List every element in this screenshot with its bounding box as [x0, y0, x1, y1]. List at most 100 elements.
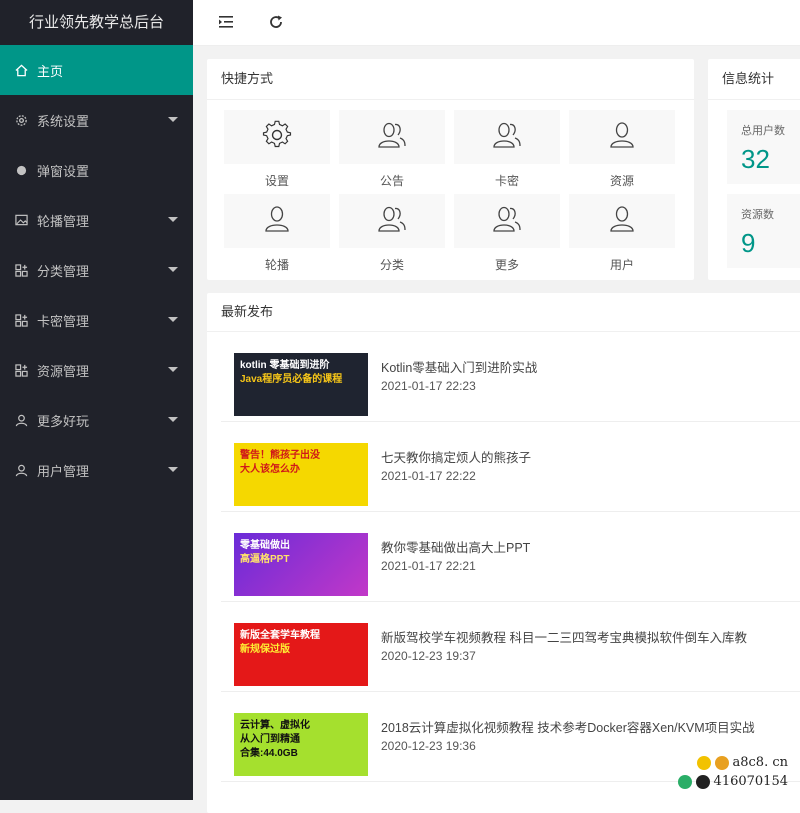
shortcut-label: 公告	[379, 174, 404, 188]
user-icon	[14, 413, 28, 427]
chevron-down-icon	[168, 267, 178, 272]
stat-tile: 资源数 9	[727, 194, 800, 268]
thumbnail-text: kotlin 零基础到进阶	[240, 360, 330, 371]
sidebar-item-4[interactable]: 分类管理	[0, 245, 193, 295]
shortcut-7[interactable]: 用户	[569, 194, 675, 273]
post-item[interactable]: 新版全套学车教程 新规保过版 新版驾校学车视频教程 科目一二三四驾考宝典模拟软件倒车…	[221, 601, 800, 692]
sidebar-item-label: 更多好玩	[37, 413, 90, 429]
sidebar-item-1[interactable]: 系统设置	[0, 95, 193, 145]
stats-title: 信息统计	[708, 59, 800, 100]
top-bar	[193, 0, 800, 46]
chevron-down-icon	[168, 467, 178, 472]
sidebar-item-0[interactable]: 主页	[0, 45, 193, 95]
thumbnail-text: 合集:44.0GB	[240, 748, 298, 759]
sidebar-item-8[interactable]: 用户管理	[0, 445, 193, 495]
post-title[interactable]: 教你零基础做出高大上PPT	[381, 537, 530, 556]
thumbnail-text: 零基础做出	[240, 540, 290, 551]
sidebar: 行业领先教学总后台 主页系统设置弹窗设置轮播管理分类管理卡密管理资源管理更多好玩…	[0, 0, 193, 800]
post-item[interactable]: kotlin 零基础到进阶 Java程序员必备的课程 Kotlin零基础入门到进阶实…	[221, 331, 800, 422]
shortcuts-title: 快捷方式	[207, 59, 694, 100]
qq-icon	[695, 774, 710, 789]
shortcut-label: 轮播	[264, 258, 289, 272]
user-icon	[262, 204, 292, 239]
watermark-site: a8c8. cn	[696, 755, 789, 770]
chevron-down-icon	[168, 367, 178, 372]
sidebar-item-7[interactable]: 更多好玩	[0, 395, 193, 445]
sidebar-item-label: 卡密管理	[37, 313, 90, 329]
users-icon	[377, 204, 407, 239]
circle-icon	[14, 163, 28, 177]
post-date: 2021-01-17 22:22	[381, 469, 476, 483]
thumbnail-text: 高逼格PPT	[240, 554, 290, 565]
post-thumbnail[interactable]: 零基础做出高逼格PPT	[234, 533, 368, 596]
thumbnail-text: 大人该怎么办	[240, 464, 300, 475]
refresh-icon[interactable]	[267, 13, 285, 31]
menu-collapse-icon[interactable]	[218, 13, 236, 31]
post-thumbnail[interactable]: 新版全套学车教程 新规保过版	[234, 623, 368, 686]
sidebar-item-label: 弹窗设置	[37, 163, 90, 179]
shortcut-0[interactable]: 设置	[224, 110, 330, 189]
sidebar-item-label: 分类管理	[37, 263, 90, 279]
home-icon	[14, 63, 28, 77]
post-item[interactable]: 警告！熊孩子出没 大人该怎么办 七天教你搞定烦人的熊孩子 2021-01-17 22:…	[221, 421, 800, 512]
apps-icon	[14, 313, 28, 327]
sidebar-item-label: 用户管理	[37, 463, 90, 479]
stats-card: 信息统计 总用户数 32 资源数 9	[708, 59, 800, 280]
sidebar-item-label: 主页	[37, 63, 64, 79]
stat-label: 资源数	[741, 209, 774, 221]
post-date: 2020-12-23 19:37	[381, 649, 476, 663]
shortcut-3[interactable]: 资源	[569, 110, 675, 189]
apps-icon	[14, 363, 28, 377]
post-title[interactable]: 2018云计算虚拟化视频教程 技术参考Docker容器Xen/KVM项目实战	[381, 717, 755, 736]
watermark-site-text: a8c8. cn	[732, 755, 789, 770]
thumbnail-text: 警告！熊孩子出没	[240, 450, 320, 461]
chevron-down-icon	[168, 117, 178, 122]
post-item[interactable]: 零基础做出 高逼格PPT 教你零基础做出高大上PPT 2021-01-17 22:21	[221, 511, 800, 602]
watermark-qq: 416070154	[677, 774, 788, 789]
post-thumbnail[interactable]: 云计算、虚拟化 从入门到精通 合集:44.0GB	[234, 713, 368, 776]
users-icon	[492, 120, 522, 155]
sidebar-item-5[interactable]: 卡密管理	[0, 295, 193, 345]
thumbnail-text: 新版全套学车教程	[240, 630, 320, 641]
latest-posts-card: 最新发布 kotlin 零基础到进阶 Java程序员必备的课程 Kotlin零基础入…	[207, 293, 800, 813]
post-thumbnail[interactable]: 警告！熊孩子出没 大人该怎么办	[234, 443, 368, 506]
shortcut-label: 资源	[609, 174, 634, 188]
sidebar-nav: 主页系统设置弹窗设置轮播管理分类管理卡密管理资源管理更多好玩用户管理	[0, 45, 193, 495]
app-title: 行业领先教学总后台	[0, 0, 193, 45]
stat-value: 32	[741, 144, 770, 174]
sidebar-item-3[interactable]: 轮播管理	[0, 195, 193, 245]
stat-tile: 总用户数 32	[727, 110, 800, 184]
post-title[interactable]: 新版驾校学车视频教程 科目一二三四驾考宝典模拟软件倒车入库教	[381, 627, 747, 646]
post-title[interactable]: 七天教你搞定烦人的熊孩子	[381, 447, 531, 466]
shortcut-label: 更多	[494, 258, 519, 272]
users-icon	[492, 204, 522, 239]
thumbnail-text: 从入门到精通	[240, 734, 300, 745]
mascot-icon	[714, 755, 729, 770]
sidebar-item-label: 系统设置	[37, 113, 90, 129]
apps-icon	[14, 263, 28, 277]
post-thumbnail[interactable]: kotlin 零基础到进阶 Java程序员必备的课程	[234, 353, 368, 416]
chevron-down-icon	[168, 317, 178, 322]
shortcut-label: 卡密	[494, 174, 519, 188]
gear-icon	[262, 120, 292, 155]
sidebar-item-2[interactable]: 弹窗设置	[0, 145, 193, 195]
shortcut-6[interactable]: 更多	[454, 194, 560, 273]
user-icon	[14, 463, 28, 477]
shortcut-5[interactable]: 分类	[339, 194, 445, 273]
wechat-icon	[677, 774, 692, 789]
post-date: 2021-01-17 22:23	[381, 379, 476, 393]
post-date: 2020-12-23 19:36	[381, 739, 476, 753]
shortcut-label: 分类	[379, 258, 404, 272]
user-icon	[607, 204, 637, 239]
sidebar-item-6[interactable]: 资源管理	[0, 345, 193, 395]
post-title[interactable]: Kotlin零基础入门到进阶实战	[381, 357, 537, 376]
thumbnail-text: 新规保过版	[240, 644, 290, 655]
user-icon	[607, 120, 637, 155]
gear-icon	[14, 113, 28, 127]
badge-icon	[696, 755, 711, 770]
watermark-qq-text: 416070154	[713, 774, 788, 789]
shortcut-2[interactable]: 卡密	[454, 110, 560, 189]
thumbnail-text: 云计算、虚拟化	[240, 720, 310, 731]
shortcut-4[interactable]: 轮播	[224, 194, 330, 273]
shortcut-1[interactable]: 公告	[339, 110, 445, 189]
